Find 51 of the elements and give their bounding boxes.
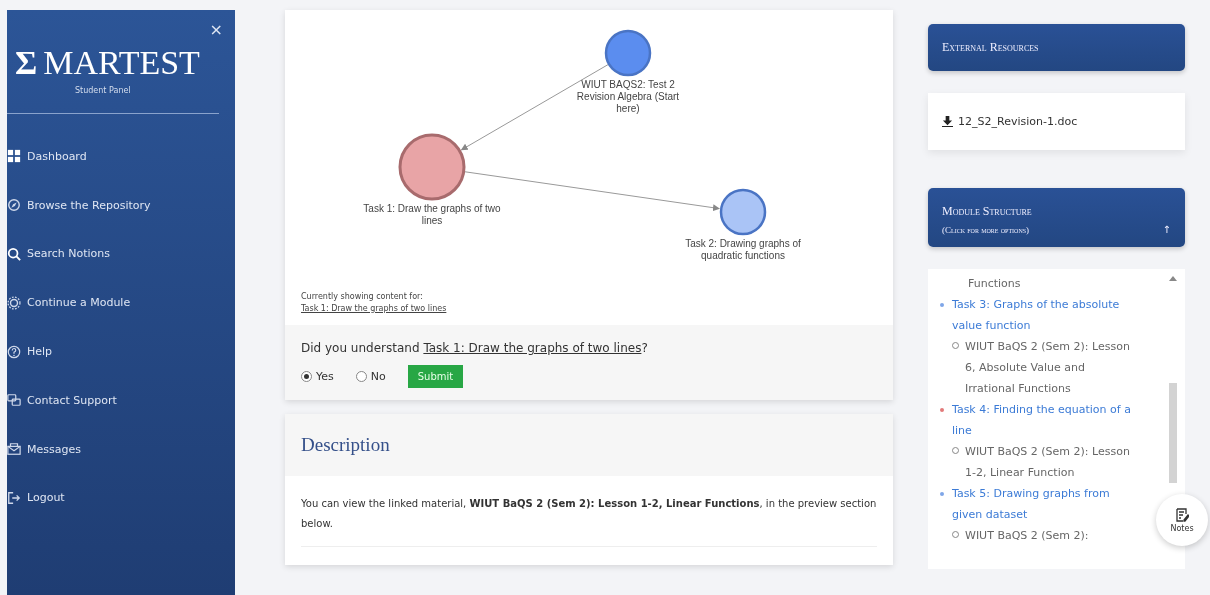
node-label: Task 1: Draw the graphs of two lines — [362, 203, 502, 227]
section-header: External Resources — [928, 24, 1185, 71]
panel-subtitle: Student Panel — [75, 86, 131, 95]
sidebar-item[interactable]: Dashboard — [7, 132, 235, 181]
radio-option[interactable]: No — [355, 370, 386, 383]
sidebar-item[interactable]: Logout — [7, 473, 235, 523]
section-title: Description — [285, 414, 893, 476]
menu-item-icon — [7, 247, 21, 261]
notes-button[interactable]: Notes — [1156, 494, 1208, 546]
sidebar-item[interactable]: Contact Support — [7, 376, 235, 425]
sidebar-item[interactable]: Help — [7, 327, 235, 376]
task-link[interactable]: Task 1: Draw the graphs of two lines — [423, 341, 642, 355]
graph-node[interactable] — [719, 188, 767, 236]
sidebar-item[interactable]: Messages — [7, 424, 235, 474]
notes-icon — [1175, 507, 1189, 522]
download-icon — [942, 116, 953, 127]
current-task-link[interactable]: Task 1: Draw the graphs of two lines — [301, 304, 447, 313]
scroll-up-icon[interactable] — [1169, 275, 1177, 281]
lesson-text: WIUT BaQS 2 (Sem 2): Lesson 6, Absolute Value and Irrational Functions — [965, 339, 1131, 397]
section-header[interactable]: Module Structure (Click for more options) ↑ — [928, 188, 1185, 247]
logo: Σ MARTEST — [15, 44, 200, 82]
sidebar-item[interactable]: Continue a Module — [7, 278, 235, 328]
node-label: WIUT BAQS2: Test 2 Revision Algebra (Start here) — [575, 79, 681, 115]
header-title: Module Structure — [942, 204, 1032, 219]
caption: Currently showing content for: — [301, 292, 423, 301]
sidebar-item[interactable]: Search Notions — [7, 229, 235, 279]
graph-node[interactable] — [604, 29, 652, 77]
menu-item-icon — [7, 149, 21, 164]
toggle-arrow[interactable]: ↑ — [1162, 224, 1171, 235]
node-label: Task 2: Drawing graphs of quadratic functions — [684, 238, 802, 262]
task-link[interactable]: Task 3: Graphs of the absolute value function — [952, 294, 1135, 336]
header-subtitle: (Click for more options) — [942, 225, 1031, 235]
scrollbar-thumb[interactable] — [1169, 383, 1177, 483]
menu-item-icon — [7, 295, 21, 310]
menu-item-icon — [7, 490, 21, 505]
graph-node[interactable] — [398, 133, 466, 201]
lesson-text: WIUT BaQS 2 (Sem 2): Lesson 1-2, Linear Function — [965, 444, 1131, 481]
question-text: Did you understand Task 1: Draw the graphs of two lines? — [301, 341, 649, 355]
radio-option[interactable]: Yes — [301, 370, 334, 383]
lesson-text: WIUT BaQS 2 (Sem 2): — [965, 528, 1089, 544]
menu-item-icon — [7, 344, 21, 359]
lesson-text: Functions — [967, 276, 1022, 292]
sidebar-item[interactable]: Browse the Repository — [7, 180, 235, 230]
menu-item-icon — [7, 198, 21, 213]
task-link[interactable]: Task 4: Finding the equation of a line — [952, 399, 1135, 441]
close-button[interactable]: × — [209, 20, 223, 39]
menu-item-icon — [7, 442, 21, 457]
task-link[interactable]: Task 5: Drawing graphs from given dataset — [952, 483, 1135, 525]
file-link[interactable]: 12_S2_Revision-1.doc — [928, 93, 1185, 150]
menu-item-icon — [7, 393, 21, 408]
description-text: You can view the linked material, WIUT BaQS 2 (Sem 2): Lesson 1-2, Linear Functions, in the preview section below. — [301, 494, 877, 547]
